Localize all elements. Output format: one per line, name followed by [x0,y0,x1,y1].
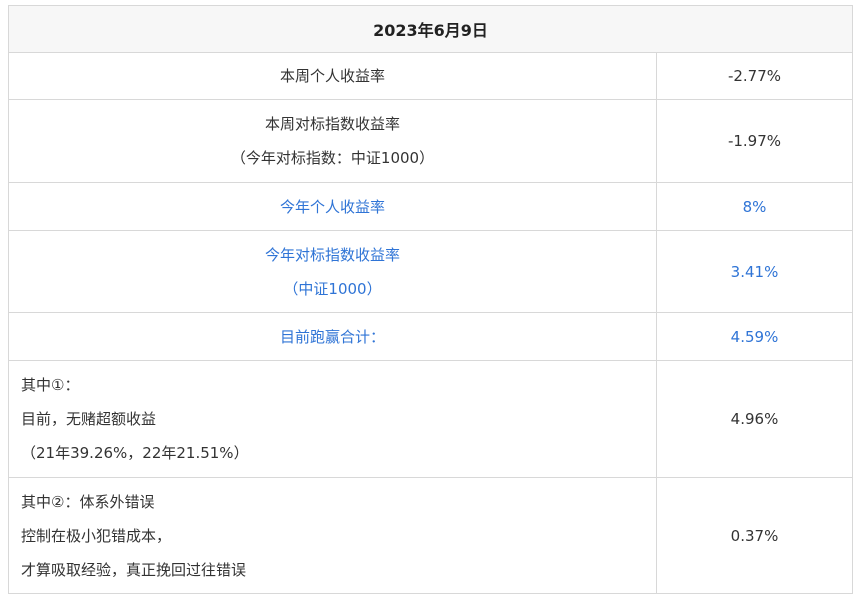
row-label-line: （今年对标指数：中证1000） [230,149,435,167]
row-value: 4.59% [656,312,853,361]
row-value: -2.77% [656,52,853,100]
table-row: 今年个人收益率 8% [8,182,853,231]
table-title: 2023年6月9日 [8,5,853,53]
row-label-line: 目前，无赌超额收益 [21,410,157,428]
table-row: 今年对标指数收益率 （中证1000） 3.41% [8,230,853,313]
row-label: 今年个人收益率 [8,182,657,231]
returns-table: 2023年6月9日 本周个人收益率 -2.77% 本周对标指数收益率 （今年对标… [8,5,853,594]
row-value: 0.37% [656,477,853,594]
table-row: 本周对标指数收益率 （今年对标指数：中证1000） -1.97% [8,99,853,183]
row-label: 今年对标指数收益率 （中证1000） [8,230,657,313]
page: 2023年6月9日 本周个人收益率 -2.77% 本周对标指数收益率 （今年对标… [0,0,858,598]
row-label-line: 控制在极小犯错成本， [21,526,172,545]
row-label-line: 今年个人收益率 [279,197,385,216]
row-label-line: 本周对标指数收益率 [264,115,400,133]
table-header-row: 2023年6月9日 [8,5,853,53]
row-value: 3.41% [656,230,853,313]
row-label-line: 本周个人收益率 [279,67,385,85]
row-label: 目前跑赢合计： [8,312,657,361]
table-row: 本周个人收益率 -2.77% [8,52,853,100]
row-label: 本周对标指数收益率 （今年对标指数：中证1000） [8,99,657,183]
row-label-line: 目前跑赢合计： [279,327,385,346]
row-label: 其中②：体系外错误 控制在极小犯错成本， 才算吸取经验，真正挽回过往错误 [8,477,657,594]
row-label-line: 其中①： [21,376,80,394]
table-row: 其中②：体系外错误 控制在极小犯错成本， 才算吸取经验，真正挽回过往错误 0.3… [8,477,853,594]
row-label: 其中①： 目前，无赌超额收益 （21年39.26%，22年21.51%） [8,360,657,478]
row-label: 本周个人收益率 [8,52,657,100]
row-value: -1.97% [656,99,853,183]
row-label-line: （中证1000） [283,279,382,298]
row-label-line: 其中②：体系外错误 [21,492,155,511]
table-row: 其中①： 目前，无赌超额收益 （21年39.26%，22年21.51%） 4.9… [8,360,853,478]
row-label-line: 今年对标指数收益率 [264,245,400,264]
row-value: 4.96% [656,360,853,478]
row-label-line: 才算吸取经验，真正挽回过往错误 [21,560,247,579]
row-value: 8% [656,182,853,231]
table-row: 目前跑赢合计： 4.59% [8,312,853,361]
row-label-line: （21年39.26%，22年21.51%） [21,444,249,462]
